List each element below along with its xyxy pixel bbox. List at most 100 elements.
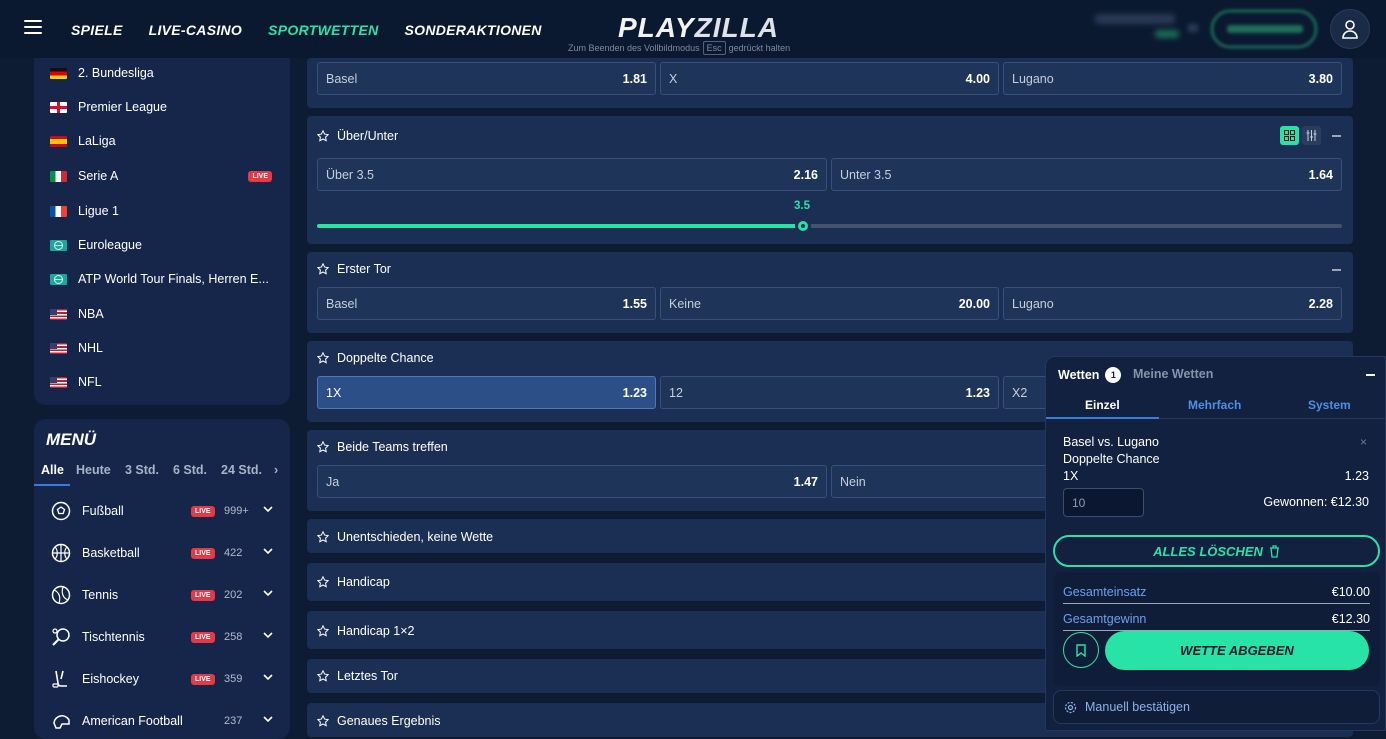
chevron-down-icon[interactable] (262, 587, 274, 599)
odd-button[interactable]: Über 3.5 2.16 (317, 158, 827, 191)
league-item[interactable]: NFL (50, 375, 280, 389)
tab-einzel[interactable]: Einzel (1085, 398, 1120, 412)
league-item[interactable]: Ligue 1 (50, 204, 280, 218)
market-header[interactable]: Doppelte Chance (317, 351, 434, 365)
star-icon[interactable] (317, 625, 329, 637)
chevron-down-icon[interactable] (262, 503, 274, 515)
manual-confirm-setting[interactable]: Manuell bestätigen (1053, 690, 1380, 724)
odd-button[interactable]: Keine 20.00 (660, 287, 999, 320)
odd-button[interactable]: Lugano 3.80 (1003, 62, 1342, 95)
market-title: Erster Tor (337, 262, 391, 276)
bets-tab[interactable]: Wetten 1 (1058, 367, 1122, 383)
my-bets-tab[interactable]: Meine Wetten (1133, 367, 1213, 381)
chevron-down-icon[interactable] (262, 629, 274, 641)
league-name: Serie A (78, 169, 119, 183)
main-nav: SPIELE LIVE-CASINO SPORTWETTEN SONDERAKT… (71, 22, 542, 38)
tennis-ball-icon (50, 584, 72, 606)
market-header[interactable]: Beide Teams treffen (317, 440, 448, 454)
goal-line-slider[interactable] (317, 218, 1342, 234)
odd-button[interactable]: Basel 1.55 (317, 287, 656, 320)
england-flag-icon (50, 101, 67, 113)
star-icon[interactable] (317, 352, 329, 364)
deposit-button-blurred[interactable] (1211, 10, 1317, 48)
sport-item-american-football[interactable]: American Football 237 (50, 709, 280, 733)
nav-spiele[interactable]: SPIELE (71, 22, 123, 38)
tab-3-std[interactable]: 3 Std. (125, 463, 159, 477)
bookmark-button[interactable] (1063, 632, 1099, 668)
tab-heute[interactable]: Heute (76, 463, 111, 477)
user-account-button[interactable] (1330, 9, 1370, 49)
grid-view-icon[interactable] (1280, 126, 1299, 145)
tab-system[interactable]: System (1308, 398, 1351, 412)
star-icon[interactable] (317, 715, 329, 727)
tabs-scroll-right-icon[interactable]: › (274, 463, 278, 477)
sport-item-fussball[interactable]: Fußball LIVE 999+ (50, 499, 280, 523)
nav-sonderaktionen[interactable]: SONDERAKTIONEN (405, 22, 542, 38)
market-header[interactable]: Erster Tor (317, 262, 391, 276)
sport-item-tischtennis[interactable]: Tischtennis LIVE 258 (50, 625, 280, 649)
star-icon[interactable] (317, 441, 329, 453)
time-filter-tabs: Alle Heute 3 Std. 6 Std. 24 Std. › (34, 463, 290, 486)
league-item[interactable]: ATP World Tour Finals, Herren E... (50, 272, 280, 286)
sport-item-tennis[interactable]: Tennis LIVE 202 (50, 583, 280, 607)
germany-flag-icon (50, 67, 67, 79)
slider-view-icon[interactable] (1302, 126, 1321, 145)
sport-item-eishockey[interactable]: Eishockey LIVE 359 (50, 667, 280, 691)
world-globe-icon (50, 239, 67, 251)
balance-dropdown-blurred[interactable] (1188, 24, 1198, 32)
market-header[interactable]: Über/Unter (317, 129, 398, 143)
odd-button[interactable]: Ja 1.47 (317, 465, 827, 498)
nav-live-casino[interactable]: LIVE-CASINO (149, 22, 243, 38)
league-item[interactable]: 2. Bundesliga (50, 66, 280, 80)
slider-handle[interactable] (795, 218, 811, 234)
odd-button[interactable]: Unter 3.5 1.64 (831, 158, 1342, 191)
league-item[interactable]: Premier League (50, 100, 280, 114)
nav-sportwetten[interactable]: SPORTWETTEN (268, 22, 378, 38)
hamburger-menu-icon[interactable] (24, 20, 42, 34)
usa-flag-icon (50, 342, 67, 354)
tab-24-std[interactable]: 24 Std. (221, 463, 262, 477)
star-icon[interactable] (317, 531, 329, 543)
chevron-down-icon[interactable] (262, 713, 274, 725)
market-title: Unentschieden, keine Wette (337, 530, 494, 544)
active-tab-underline (34, 484, 70, 486)
odd-button[interactable]: Lugano 2.28 (1003, 287, 1342, 320)
league-item[interactable]: Euroleague (50, 238, 280, 252)
chevron-down-icon[interactable] (262, 671, 274, 683)
league-name: Euroleague (78, 238, 142, 252)
clear-all-button[interactable]: ALLES LÖSCHEN (1053, 535, 1380, 567)
france-flag-icon (50, 205, 67, 217)
sport-name: American Football (82, 714, 183, 728)
league-item[interactable]: LaLiga (50, 134, 280, 148)
league-item[interactable]: NHL (50, 341, 280, 355)
event-count: 359 (224, 673, 243, 685)
market-match-result: Basel 1.81 X 4.00 Lugano 3.80 (307, 58, 1353, 108)
star-icon[interactable] (317, 263, 329, 275)
odd-button[interactable]: X 4.00 (660, 62, 999, 95)
star-icon[interactable] (317, 130, 329, 142)
chevron-down-icon[interactable] (262, 545, 274, 557)
league-item[interactable]: Serie A LIVE (50, 169, 280, 183)
collapse-icon[interactable] (1332, 269, 1341, 271)
odd-button-selected[interactable]: 1X 1.23 (317, 376, 656, 409)
sport-item-basketball[interactable]: Basketball LIVE 422 (50, 541, 280, 565)
view-toggle (1280, 126, 1321, 145)
tab-alle[interactable]: Alle (41, 463, 64, 477)
tab-6-std[interactable]: 6 Std. (173, 463, 207, 477)
tab-mehrfach[interactable]: Mehrfach (1188, 398, 1241, 412)
market-over-under: Über/Unter Über 3.5 2.16 Unter 3.5 1.64 3.… (307, 116, 1353, 244)
stake-input[interactable]: 10 (1063, 488, 1144, 517)
minimize-icon[interactable] (1366, 374, 1375, 376)
place-bet-button[interactable]: WETTE ABGEBEN (1105, 631, 1369, 670)
odd-button[interactable]: Basel 1.81 (317, 62, 656, 95)
top-bar: SPIELE LIVE-CASINO SPORTWETTEN SONDERAKT… (0, 0, 1386, 58)
odd-button[interactable]: 12 1.23 (660, 376, 999, 409)
playzilla-logo[interactable]: PLAYZILLA (618, 12, 779, 44)
star-icon[interactable] (317, 576, 329, 588)
remove-bet-icon[interactable]: × (1360, 435, 1367, 449)
league-item[interactable]: NBA (50, 307, 280, 321)
sports-menu-panel: MENÜ Alle Heute 3 Std. 6 Std. 24 Std. › … (34, 419, 290, 739)
collapse-icon[interactable] (1332, 135, 1341, 137)
bet-match: Basel vs. Lugano (1063, 435, 1159, 449)
star-icon[interactable] (317, 670, 329, 682)
